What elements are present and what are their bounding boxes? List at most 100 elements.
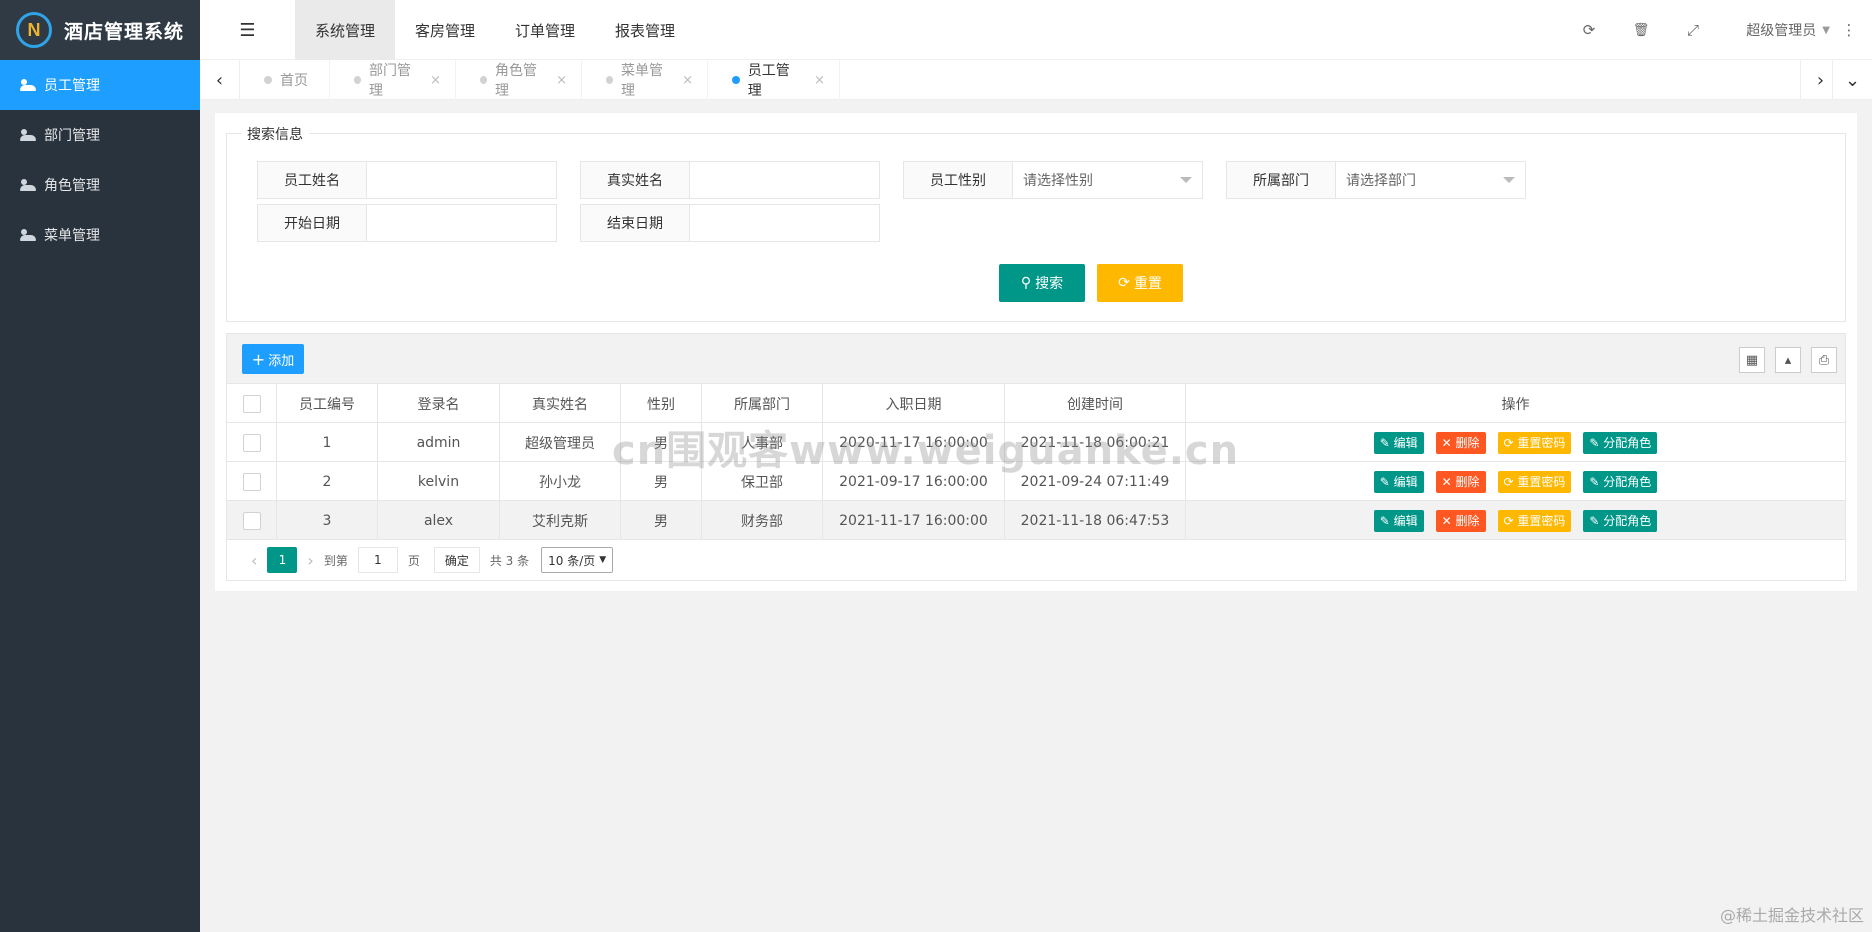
assign-role-label: 分配角色 — [1603, 436, 1652, 450]
reset-icon: ⟳ — [1118, 275, 1130, 291]
start-date-label: 开始日期 — [257, 204, 367, 242]
sidebar-item-department[interactable]: 部门管理 — [0, 110, 200, 160]
tab-rooms[interactable]: 客房管理 — [395, 0, 495, 60]
add-button[interactable]: + 添加 — [242, 344, 304, 374]
tab-reports[interactable]: 报表管理 — [595, 0, 695, 60]
select-all-checkbox[interactable] — [242, 394, 261, 413]
sidebar-item-employee[interactable]: 员工管理 — [0, 60, 200, 110]
reset-button[interactable]: ⟳ 重置 — [1097, 264, 1183, 302]
reset-password-button[interactable]: ⟳ 重置密码 — [1497, 509, 1572, 532]
row-checkbox[interactable] — [242, 472, 261, 491]
edit-button[interactable]: ✎ 编辑 — [1373, 431, 1424, 454]
real-name-input[interactable] — [690, 161, 880, 199]
search-button[interactable]: ⚲ 搜索 — [999, 264, 1085, 302]
real-name-field: 真实姓名 — [580, 161, 880, 199]
row-checkbox[interactable] — [242, 511, 261, 530]
close-icon[interactable]: × — [682, 73, 693, 88]
columns-icon[interactable]: ▦ — [1739, 347, 1765, 373]
more-icon[interactable]: ⋮ — [1837, 18, 1861, 42]
sidebar-item-role[interactable]: 角色管理 — [0, 160, 200, 210]
page-tab-employee[interactable]: 员工管理 × — [708, 60, 840, 100]
emp-name-label: 员工姓名 — [257, 161, 367, 199]
goto-page-input[interactable]: 1 — [357, 547, 398, 573]
sidebar-item-label: 菜单管理 — [44, 228, 100, 244]
end-date-input[interactable] — [690, 204, 880, 242]
tabs-left-arrow-icon[interactable]: ‹ — [200, 60, 240, 100]
end-date-label: 结束日期 — [580, 204, 690, 242]
tab-orders[interactable]: 订单管理 — [495, 0, 595, 60]
page-label: 页 — [407, 553, 420, 568]
current-page[interactable]: 1 — [267, 547, 298, 573]
logo: N 酒店管理系统 — [0, 0, 200, 60]
tab-dot — [606, 76, 614, 84]
refresh-icon[interactable]: ⟳ — [1577, 18, 1601, 42]
menu-toggle-icon[interactable]: ☰ — [200, 0, 295, 60]
sidebar-item-label: 角色管理 — [44, 178, 100, 194]
logo-letter: N — [27, 19, 41, 40]
page-tab-role[interactable]: 角色管理 × — [456, 60, 582, 100]
dept-label: 所属部门 — [1226, 161, 1336, 199]
tab-system[interactable]: 系统管理 — [295, 0, 395, 60]
delete-button[interactable]: ✕ 删除 — [1435, 431, 1486, 454]
goto-label: 到第 — [323, 553, 348, 568]
assign-role-button[interactable]: ✎ 分配角色 — [1583, 509, 1658, 532]
row-checkbox[interactable] — [242, 433, 261, 452]
total-count: 共 3 条 — [489, 553, 530, 568]
tabs-dropdown-icon[interactable]: ⌄ — [1832, 60, 1872, 100]
goto-confirm-button[interactable]: 确定 — [433, 547, 480, 573]
users-icon — [20, 229, 36, 241]
chevron-down-icon: ▼ — [599, 555, 607, 565]
page-tab-label: 部门管理 — [369, 63, 412, 99]
delete-label: 删除 — [1455, 514, 1480, 528]
search-fieldset: 搜索信息 员工姓名 真实姓名 员工性别 请选择性别 所属部门 请选择部门 开始日… — [226, 124, 1846, 322]
pencil-icon: ✎ — [1379, 474, 1390, 489]
start-date-input[interactable] — [367, 204, 557, 242]
logo-icon: N — [16, 12, 52, 48]
assign-role-button[interactable]: ✎ 分配角色 — [1583, 470, 1658, 493]
real-name-label: 真实姓名 — [580, 161, 690, 199]
page-tab-menu[interactable]: 菜单管理 × — [582, 60, 708, 100]
search-button-label: 搜索 — [1035, 276, 1064, 292]
reset-password-button[interactable]: ⟳ 重置密码 — [1497, 431, 1572, 454]
col-header[interactable]: 登录名 — [378, 384, 500, 423]
trash-icon[interactable]: 🗑 — [1629, 18, 1653, 42]
sidebar-item-menu[interactable]: 菜单管理 — [0, 210, 200, 260]
user-menu[interactable]: 超级管理员 ▼ — [1746, 0, 1830, 60]
close-icon: ✕ — [1441, 513, 1452, 528]
users-icon — [20, 179, 36, 191]
add-button-label: 添加 — [268, 353, 295, 369]
emp-name-input[interactable] — [367, 161, 557, 199]
page-tab-home[interactable]: 首页 — [240, 60, 330, 100]
dept-select[interactable]: 请选择部门 — [1336, 161, 1526, 199]
caret-down-icon: ▼ — [1822, 24, 1830, 36]
close-icon[interactable]: × — [556, 73, 567, 88]
page-size-select[interactable]: 10 条/页 ▼ — [541, 547, 614, 573]
assign-role-button[interactable]: ✎ 分配角色 — [1583, 431, 1658, 454]
sidebar: N 酒店管理系统 员工管理 部门管理 角色管理 菜单管理 — [0, 0, 200, 932]
close-icon[interactable]: × — [814, 73, 825, 88]
export-icon[interactable]: ▴ — [1775, 347, 1801, 373]
assign-role-label: 分配角色 — [1603, 475, 1652, 489]
gender-select[interactable]: 请选择性别 — [1013, 161, 1203, 199]
refresh-icon: ⟳ — [1503, 474, 1514, 489]
chevron-down-icon — [1503, 177, 1515, 183]
page-tab-department[interactable]: 部门管理 × — [330, 60, 456, 100]
edit-button[interactable]: ✎ 编辑 — [1373, 470, 1424, 493]
next-page-icon[interactable]: › — [307, 551, 313, 570]
emp-name-field: 员工姓名 — [257, 161, 557, 199]
cell-id: 2 — [277, 462, 378, 501]
close-icon[interactable]: × — [430, 73, 441, 88]
tab-dot — [354, 76, 362, 84]
edit-button[interactable]: ✎ 编辑 — [1373, 509, 1424, 532]
print-icon[interactable]: ⎙ — [1811, 347, 1837, 373]
select-all-cell — [227, 384, 277, 423]
delete-button[interactable]: ✕ 删除 — [1435, 509, 1486, 532]
col-header[interactable]: 员工编号 — [277, 384, 378, 423]
fullscreen-icon[interactable]: ⤢ — [1681, 18, 1705, 42]
sidebar-item-label: 部门管理 — [44, 128, 100, 144]
reset-password-button[interactable]: ⟳ 重置密码 — [1497, 470, 1572, 493]
delete-button[interactable]: ✕ 删除 — [1435, 470, 1486, 493]
prev-page-icon[interactable]: ‹ — [251, 551, 257, 570]
col-header[interactable]: 真实姓名 — [500, 384, 621, 423]
row-check-cell — [227, 501, 277, 540]
